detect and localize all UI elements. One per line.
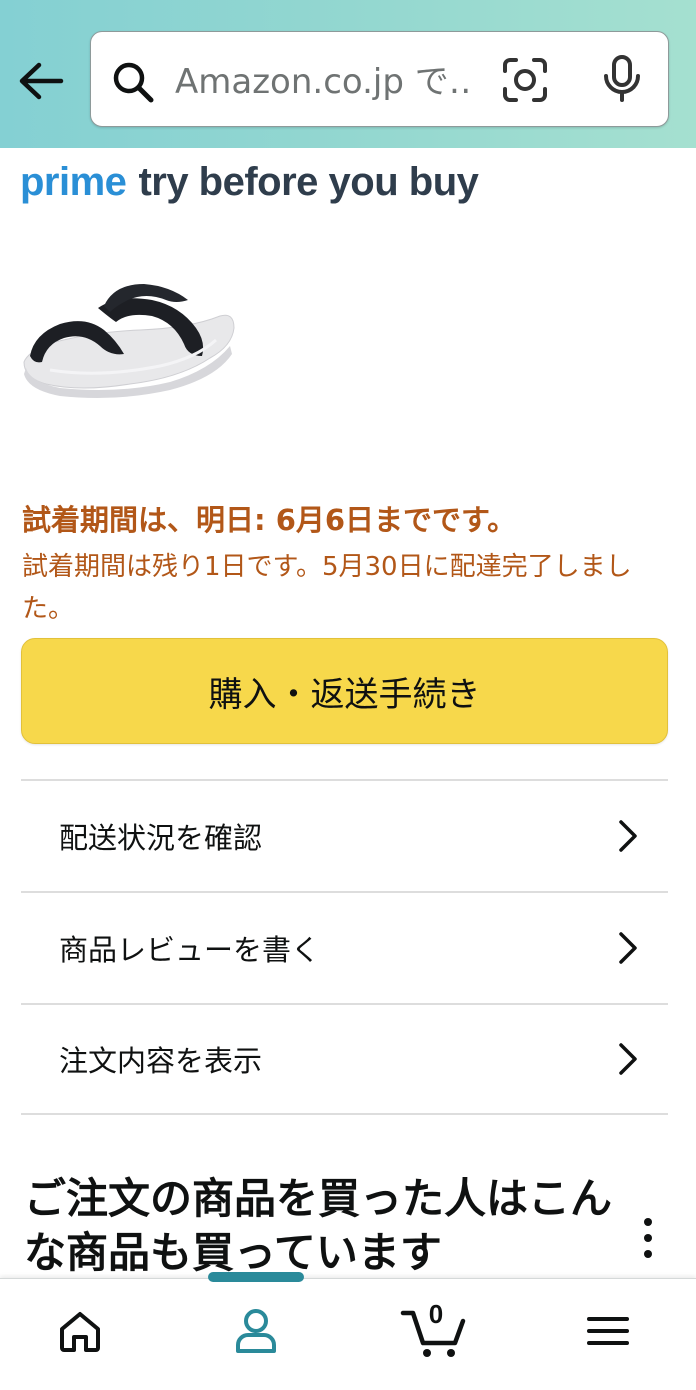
menu-icon: [587, 1317, 629, 1345]
dot: [644, 1234, 652, 1242]
home-icon: [60, 1312, 100, 1352]
nav-account[interactable]: [216, 1301, 296, 1361]
chevron-right-icon: [619, 820, 637, 852]
cart-count: 0: [428, 1299, 444, 1329]
search-input[interactable]: Amazon.co.jp で…: [175, 60, 475, 104]
bottom-navigation-bar: 0: [0, 1272, 696, 1390]
prime-try-before-you-buy-banner: prime try before you buy: [20, 160, 479, 212]
dot: [644, 1218, 652, 1226]
view-order-details-row[interactable]: 注文内容を表示: [21, 1003, 668, 1115]
order-actions-list: 配送状況を確認 商品レビューを書く 注文内容を表示: [21, 779, 668, 1115]
chevron-right-icon: [619, 932, 637, 964]
nav-menu[interactable]: [568, 1301, 648, 1361]
action-label: 配送状況を確認: [59, 821, 263, 855]
trial-period-heading: 試着期間は、明日: 6月6日までです。: [22, 503, 517, 537]
prime-logo-text: prime: [20, 160, 127, 204]
buy-or-return-button[interactable]: 購入・返送手続き: [21, 638, 668, 744]
recommendations-heading: ご注文の商品を買った人はこんな商品も買っています: [24, 1174, 613, 1277]
app-header: Amazon.co.jp で…: [0, 0, 696, 148]
account-icon: [236, 1309, 276, 1353]
write-review-row[interactable]: 商品レビューを書く: [21, 891, 668, 1003]
arrow-left-icon: [19, 62, 64, 100]
action-label: 商品レビューを書く: [59, 933, 321, 967]
sandal-product-image[interactable]: [20, 270, 240, 400]
back-button[interactable]: [14, 56, 68, 106]
more-options-icon[interactable]: [636, 1214, 660, 1262]
track-shipment-row[interactable]: 配送状況を確認: [21, 779, 668, 891]
dot: [644, 1250, 652, 1258]
active-tab-indicator: [208, 1272, 304, 1282]
search-icon[interactable]: [111, 60, 155, 104]
nav-home[interactable]: [40, 1301, 120, 1361]
microphone-icon[interactable]: [599, 54, 645, 104]
nav-cart[interactable]: 0: [394, 1299, 474, 1361]
search-bar[interactable]: Amazon.co.jp で…: [90, 31, 669, 127]
chevron-right-icon: [619, 1043, 637, 1075]
action-label: 注文内容を表示: [59, 1044, 263, 1078]
camera-lens-icon[interactable]: [501, 56, 549, 104]
trial-period-subtext: 試着期間は残り1日です。5月30日に配達完了しました。: [22, 552, 632, 624]
banner-tagline: try before you buy: [138, 160, 479, 204]
